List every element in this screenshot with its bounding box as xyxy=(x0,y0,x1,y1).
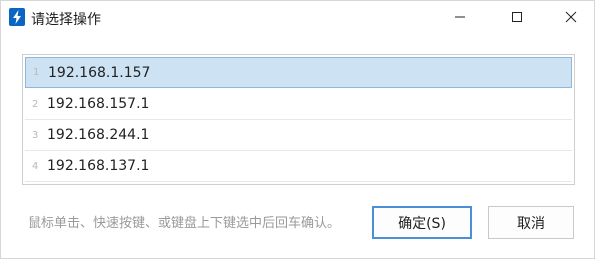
minimize-icon xyxy=(454,8,466,27)
title-bar[interactable]: 请选择操作 xyxy=(1,1,595,33)
window-title: 请选择操作 xyxy=(31,12,101,28)
lightning-bolt-icon xyxy=(9,8,25,26)
row-number: 4 xyxy=(32,160,39,172)
row-number: 1 xyxy=(33,67,40,78)
maximize-button[interactable] xyxy=(494,1,540,33)
list-item[interactable]: 2 192.168.157.1 xyxy=(25,89,572,120)
list-item[interactable]: 4 192.168.137.1 xyxy=(25,151,572,182)
instruction-hint: 鼠标单击、快速按键、或键盘上下键选中后回车确认。 xyxy=(28,216,341,231)
list-item-label: 192.168.244.1 xyxy=(47,127,150,143)
close-icon xyxy=(565,8,577,27)
minimize-button[interactable] xyxy=(437,1,483,33)
cancel-button[interactable]: 取消 xyxy=(488,206,574,239)
list-item[interactable]: 3 192.168.244.1 xyxy=(25,120,572,151)
close-button[interactable] xyxy=(548,1,594,33)
row-number: 3 xyxy=(32,129,39,141)
dialog-window: 请选择操作 1 192.168.1.157 2 192.168.157.1 3 … xyxy=(0,0,595,259)
ip-listbox[interactable]: 1 192.168.1.157 2 192.168.157.1 3 192.16… xyxy=(22,54,575,185)
list-item-label: 192.168.1.157 xyxy=(48,64,151,81)
list-item[interactable]: 1 192.168.1.157 xyxy=(25,57,572,88)
ok-button[interactable]: 确定(S) xyxy=(372,206,472,239)
list-item-label: 192.168.137.1 xyxy=(47,158,150,174)
list-item-label: 192.168.157.1 xyxy=(47,96,150,112)
maximize-icon xyxy=(511,8,523,27)
row-number: 2 xyxy=(32,98,39,110)
